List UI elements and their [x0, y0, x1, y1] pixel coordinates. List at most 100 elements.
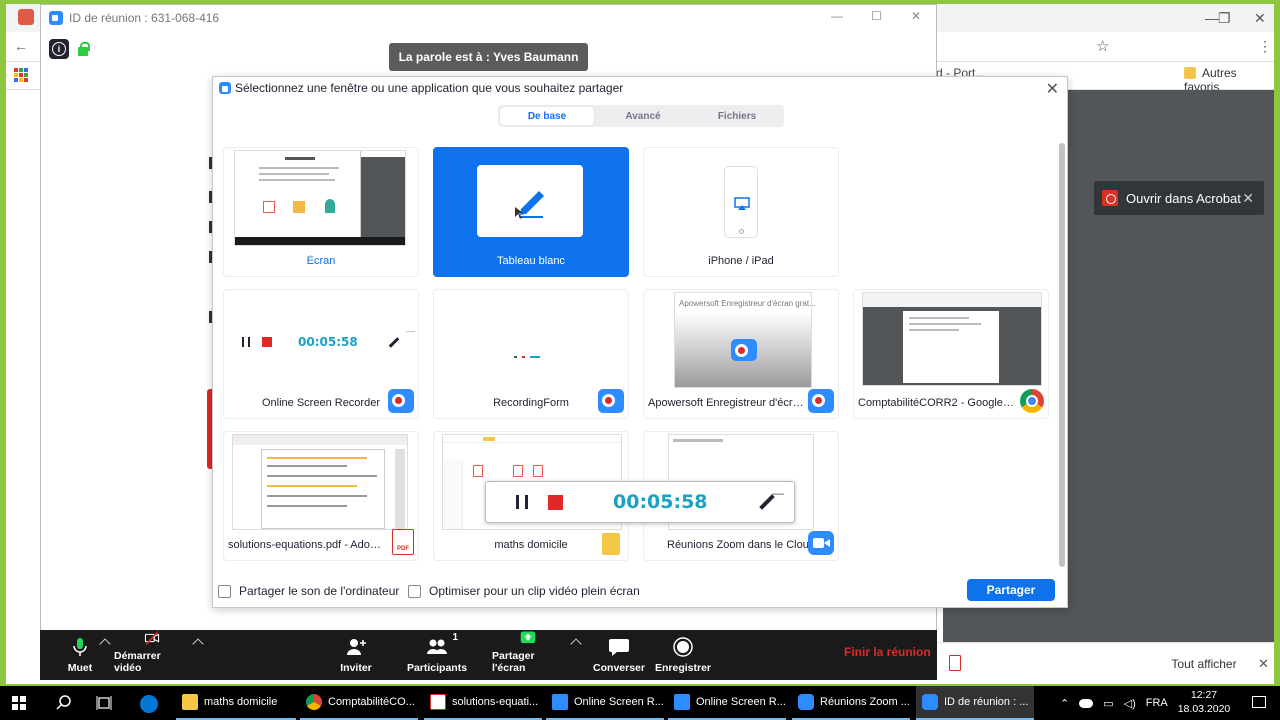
taskbar-item-online-screen-recorder-2[interactable]: Online Screen R... [668, 686, 786, 720]
zoom-logo-icon [219, 82, 231, 94]
acrobat-popup[interactable]: Ouvrir dans Acrobat ✕ [1094, 181, 1264, 215]
taskbar-item-maths-domicile[interactable]: maths domicile [176, 686, 296, 720]
microphone-icon [73, 638, 87, 656]
back-arrow-icon[interactable]: ← [14, 38, 28, 54]
star-icon[interactable]: ☆ [1096, 37, 1109, 55]
video-options-caret-icon[interactable] [192, 638, 204, 650]
tile-label: Online Screen Recorder [261, 397, 380, 409]
volume-icon[interactable]: ◁) [1124, 697, 1136, 710]
taskbar-item-label: ComptabilitéCO... [328, 696, 415, 708]
zoom-app-icon [798, 694, 814, 710]
taskbar-item-label: Réunions Zoom ... [820, 696, 910, 708]
share-tile-chrome[interactable]: ComptabilitéCORR2 - Google Chr... [853, 289, 1049, 419]
recorder-app-icon [552, 694, 568, 710]
zoom-app-icon [808, 531, 834, 555]
share-tile-apowersoft[interactable]: Apowersoft Enregistreur d'écran grat... … [643, 289, 839, 419]
cloud-icon[interactable] [1079, 698, 1094, 708]
info-icon[interactable]: i [49, 39, 69, 59]
pdf-icon [430, 694, 446, 710]
browser-favicon-icon [18, 9, 34, 25]
search-icon[interactable] [56, 695, 72, 711]
chat-label: Converser [593, 662, 645, 674]
minimize-icon[interactable]: — [772, 486, 784, 500]
share-options-caret-icon[interactable] [570, 638, 582, 650]
zoom-app-icon [922, 694, 938, 710]
chat-button[interactable]: Converser [593, 630, 645, 680]
participants-count: 1 [452, 632, 458, 643]
share-tile-recordingform[interactable]: RecordingForm [433, 289, 629, 419]
recorder-app-icon [598, 389, 624, 413]
invite-button[interactable]: Inviter [330, 630, 382, 680]
share-tile-screen[interactable]: Écran [223, 147, 419, 277]
chevron-up-icon[interactable]: ⌃ [1060, 697, 1069, 710]
start-video-button[interactable]: Démarrer vidéo [114, 630, 190, 680]
optimize-video-checkbox[interactable] [408, 584, 421, 598]
optimize-video-option[interactable]: Optimiser pour un clip vidéo plein écran [408, 584, 640, 598]
menu-dots-icon[interactable]: ⋮ [1258, 38, 1272, 55]
stop-icon[interactable] [548, 494, 563, 510]
recorder-time: 00:05:58 [613, 491, 708, 513]
network-icon[interactable]: ▭ [1103, 697, 1113, 710]
zoom-title-bar: ID de réunion : 631-068-416 — ☐ ✕ [41, 5, 936, 31]
windows-start-icon[interactable] [12, 696, 26, 710]
edge-icon[interactable] [140, 695, 158, 713]
dialog-scrollbar[interactable] [1059, 143, 1065, 567]
close-icon[interactable]: ✕ [1254, 10, 1266, 27]
record-icon [673, 637, 693, 657]
task-view-icon[interactable] [96, 695, 112, 711]
taskbar-item-online-screen-recorder-1[interactable]: Online Screen R... [546, 686, 664, 720]
close-icon[interactable]: ✕ [1242, 190, 1254, 207]
show-all-button[interactable]: Tout afficher [1164, 652, 1244, 676]
tab-files[interactable]: Fichiers [690, 105, 784, 127]
participants-button[interactable]: 1 Participants [404, 630, 470, 680]
minimize-icon[interactable]: — [831, 9, 843, 23]
share-audio-option[interactable]: Partager le son de l'ordinateur [218, 584, 399, 598]
end-meeting-button[interactable]: Finir la réunion [844, 645, 931, 659]
share-tile-online-screen-recorder[interactable]: 00:05:58 — Online Screen Recorder [223, 289, 419, 419]
recorder-app-icon [808, 389, 834, 413]
taskbar-item-chrome[interactable]: ComptabilitéCO... [300, 686, 418, 720]
tile-label: RecordingForm [493, 397, 569, 409]
apps-grid-icon[interactable] [14, 68, 28, 82]
recordingform-thumbnail [514, 356, 546, 359]
pdf-icon: PDF [392, 529, 414, 555]
mute-button[interactable]: Muet [52, 630, 108, 680]
tab-advanced[interactable]: Avancé [596, 105, 690, 127]
apowersoft-thumb-title: Apowersoft Enregistreur d'écran grat... [679, 299, 816, 308]
optimize-video-label: Optimiser pour un clip vidéo plein écran [429, 584, 640, 598]
share-tile-whiteboard[interactable]: Tableau blanc [433, 147, 629, 277]
meeting-info-icons: i [49, 39, 90, 59]
folder-icon [602, 533, 620, 555]
share-tile-adobe-pdf[interactable]: solutions-equations.pdf - Adobe ... PDF [223, 431, 419, 561]
close-icon[interactable]: ✕ [911, 9, 921, 23]
tile-label: solutions-equations.pdf - Adobe ... [228, 539, 395, 551]
tile-label: iPhone / iPad [708, 255, 774, 267]
share-screen-label: Partager l'écran [492, 650, 535, 674]
language-indicator[interactable]: FRA [1146, 697, 1168, 709]
share-button[interactable]: Partager [967, 579, 1055, 601]
pdf-thumbnail [232, 434, 408, 530]
active-speaker-toast: La parole est à : Yves Baumann [389, 43, 588, 71]
share-screen-button[interactable]: Partager l'écran [492, 630, 564, 680]
record-label: Enregistrer [654, 662, 712, 674]
participants-label: Participants [406, 662, 468, 674]
notifications-icon[interactable] [1252, 696, 1266, 708]
clock[interactable]: 12:27 18.03.2020 [1176, 688, 1232, 716]
share-tile-iphone-ipad[interactable]: iPhone / iPad [643, 147, 839, 277]
close-download-bar-icon[interactable]: ✕ [1258, 656, 1269, 672]
pause-icon[interactable] [516, 495, 528, 509]
system-tray: ⌃ ▭ ◁) FRA [1060, 686, 1168, 720]
record-button[interactable]: Enregistrer [654, 630, 712, 680]
taskbar-item-zoom-meeting[interactable]: ID de réunion : ... [916, 686, 1034, 720]
floating-recorder-widget[interactable]: 00:05:58 — [485, 481, 795, 523]
maximize-icon[interactable]: ☐ [871, 9, 882, 23]
taskbar-item-zoom-cloud[interactable]: Réunions Zoom ... [792, 686, 910, 720]
restore-icon[interactable]: ❐ [1218, 10, 1231, 27]
dialog-title: Sélectionnez une fenêtre ou une applicat… [235, 81, 624, 95]
minimize-icon[interactable]: — [1205, 10, 1219, 26]
close-icon[interactable]: ✕ [1046, 79, 1059, 99]
tab-basic[interactable]: De base [500, 107, 594, 125]
lock-icon[interactable] [77, 42, 90, 56]
taskbar-item-adobe[interactable]: solutions-equati... [424, 686, 542, 720]
share-audio-checkbox[interactable] [218, 584, 231, 598]
